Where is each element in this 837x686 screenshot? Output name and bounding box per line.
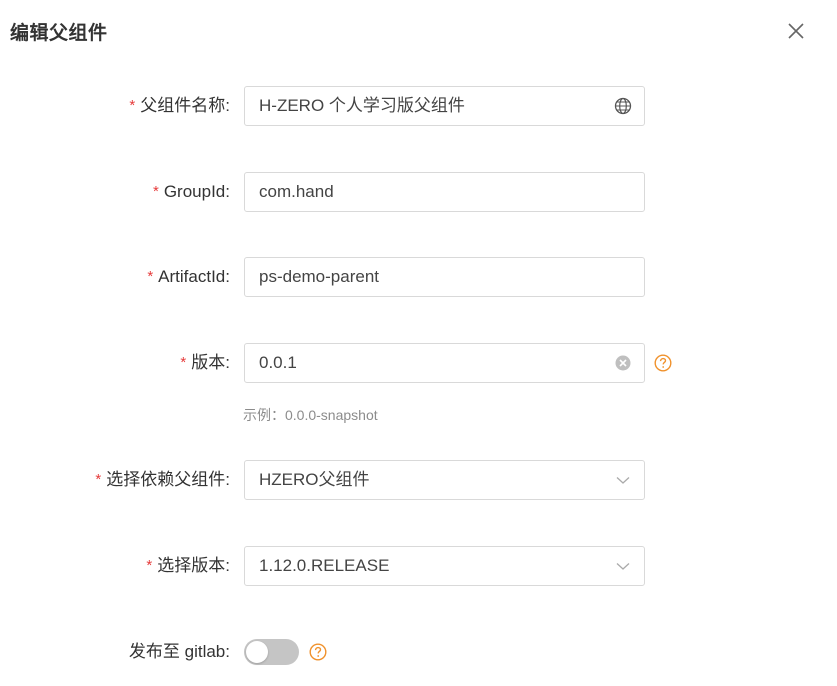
required-mark: * bbox=[129, 97, 136, 114]
label-text: 选择版本 bbox=[157, 556, 226, 575]
group-id-label: * GroupId: bbox=[153, 172, 230, 212]
version-label: * 版本: bbox=[180, 343, 230, 383]
label-colon: : bbox=[225, 182, 230, 201]
artifact-id-value: ps-demo-parent bbox=[259, 267, 380, 286]
version-help-icon[interactable] bbox=[654, 354, 672, 372]
group-id-input[interactable]: com.hand bbox=[244, 172, 645, 212]
chevron-down-icon[interactable] bbox=[614, 557, 632, 575]
close-button[interactable] bbox=[787, 22, 805, 40]
label-colon: : bbox=[225, 267, 230, 286]
version-input[interactable]: 0.0.1 bbox=[244, 343, 645, 383]
label-text: 父组件名称 bbox=[140, 96, 226, 115]
label-text: 版本 bbox=[191, 353, 226, 372]
required-mark: * bbox=[146, 557, 153, 574]
label-colon: : bbox=[225, 96, 230, 115]
dependency-version-select[interactable]: 1.12.0.RELEASE bbox=[244, 546, 645, 586]
form-row-publish-gitlab: 发布至 gitlab: bbox=[0, 633, 837, 673]
required-mark: * bbox=[147, 268, 154, 285]
label-colon: : bbox=[225, 642, 230, 661]
publish-gitlab-switch[interactable] bbox=[244, 639, 299, 665]
close-icon[interactable] bbox=[787, 22, 805, 40]
label-text: ArtifactId bbox=[158, 267, 226, 286]
group-id-value: com.hand bbox=[259, 182, 334, 201]
globe-icon[interactable] bbox=[614, 97, 632, 115]
chevron-down-icon[interactable] bbox=[614, 471, 632, 489]
label-text: GroupId bbox=[163, 182, 226, 201]
parent-name-value: H-ZERO 个人学习版父组件 bbox=[259, 96, 465, 115]
label-colon: : bbox=[225, 470, 230, 489]
artifact-id-label: * ArtifactId: bbox=[147, 257, 230, 297]
required-mark: * bbox=[152, 183, 159, 200]
label-text: 选择依赖父组件 bbox=[106, 470, 226, 489]
modal-title: 编辑父组件 bbox=[10, 23, 108, 44]
clear-icon[interactable] bbox=[614, 354, 632, 372]
form-row-version: * 版本: 0.0.1 bbox=[0, 343, 837, 383]
parent-name-input[interactable]: H-ZERO 个人学习版父组件 bbox=[244, 86, 645, 126]
publish-gitlab-label: 发布至 gitlab: bbox=[129, 633, 230, 673]
dependency-parent-label: * 选择依赖父组件: bbox=[95, 460, 230, 500]
dependency-version-value: 1.12.0.RELEASE bbox=[259, 556, 390, 575]
label-colon: : bbox=[225, 556, 230, 575]
form-row-parent-name: * 父组件名称: H-ZERO 个人学习版父组件 bbox=[0, 86, 837, 126]
publish-help-icon[interactable] bbox=[309, 643, 327, 661]
label-text: 发布至 gitlab bbox=[128, 642, 226, 661]
form-row-artifact-id: * ArtifactId: ps-demo-parent bbox=[0, 257, 837, 297]
label-colon: : bbox=[225, 353, 230, 372]
dependency-parent-select[interactable]: HZERO父组件 bbox=[244, 460, 645, 500]
form-row-dependency-version: * 选择版本: 1.12.0.RELEASE bbox=[0, 546, 837, 586]
form-row-dependency-parent: * 选择依赖父组件: HZERO父组件 bbox=[0, 460, 837, 500]
switch-knob bbox=[246, 641, 268, 663]
required-mark: * bbox=[180, 354, 187, 371]
parent-name-label: * 父组件名称: bbox=[129, 86, 230, 126]
form-row-group-id: * GroupId: com.hand bbox=[0, 172, 837, 212]
dependency-version-label: * 选择版本: bbox=[146, 546, 230, 586]
version-value: 0.0.1 bbox=[259, 353, 297, 372]
artifact-id-input[interactable]: ps-demo-parent bbox=[244, 257, 645, 297]
dependency-parent-value: HZERO父组件 bbox=[259, 470, 370, 489]
version-hint: 示例：0.0.0-snapshot bbox=[243, 407, 378, 423]
required-mark: * bbox=[95, 471, 102, 488]
